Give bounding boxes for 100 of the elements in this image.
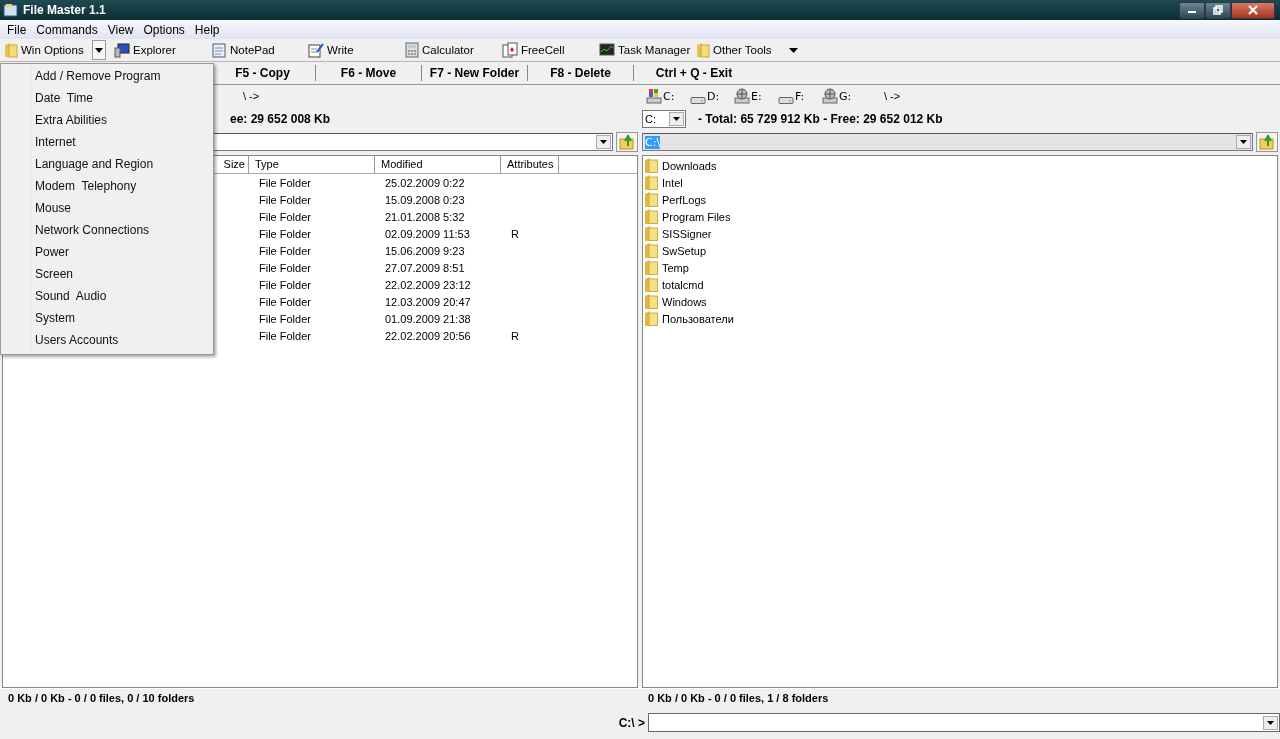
column-header[interactable]: Modified: [375, 156, 501, 173]
toolbar-button[interactable]: NotePad: [207, 40, 304, 60]
column-header[interactable]: Attributes: [501, 156, 559, 173]
folder-icon: [645, 277, 658, 292]
menu-item[interactable]: Options: [138, 22, 190, 37]
caret-icon: [600, 140, 607, 144]
caret-icon: [789, 47, 798, 53]
drive-button[interactable]: G:: [822, 88, 866, 104]
drive-button[interactable]: E:: [734, 88, 778, 104]
toolbar-button[interactable]: FreeCell: [498, 40, 595, 60]
table-cell-text: File Folder: [258, 295, 312, 308]
table-cell-text: File Folder: [258, 261, 312, 274]
menu-item[interactable]: Help: [189, 22, 225, 37]
monitor-chart-icon: [599, 42, 615, 58]
menu-item[interactable]: Internet: [1, 131, 213, 153]
table-cell-text: 22.02.2009 20:56: [384, 329, 472, 342]
menu-item[interactable]: View: [102, 22, 139, 37]
caret-icon: [95, 47, 103, 53]
toolbar-button[interactable]: Task Manager: [595, 40, 692, 60]
drive-button[interactable]: F:: [778, 88, 822, 104]
function-key-button[interactable]: Ctrl + Q - Exit: [634, 65, 754, 81]
menu-item[interactable]: Modem Telephony: [1, 175, 213, 197]
close-icon: [1247, 5, 1259, 15]
computer-icon: [114, 42, 130, 58]
disk-space-text: - Total: 65 729 912 Kb - Free: 29 652 012 Kb: [698, 112, 943, 126]
function-key-button[interactable]: F8 - Delete: [528, 65, 634, 81]
table-cell-text: 27.07.2009 8:51: [384, 261, 466, 274]
table-cell-text: 22.02.2009 23:12: [384, 278, 472, 291]
folder-name[interactable]: PerfLogs: [662, 193, 707, 206]
toolbar-button[interactable]: Win Options: [0, 40, 92, 60]
folder-icon: [645, 192, 658, 207]
table-cell-text: R: [510, 329, 520, 342]
restore-button[interactable]: [1205, 1, 1231, 19]
menu-item[interactable]: Add / Remove Program: [1, 65, 213, 87]
toolbar-button[interactable]: Write: [304, 40, 401, 60]
drive-select[interactable]: C:: [642, 110, 686, 128]
caret-icon: [673, 117, 680, 121]
folder-name[interactable]: Program Files: [662, 210, 731, 223]
folder-name[interactable]: Downloads: [662, 159, 717, 172]
minimize-button[interactable]: [1179, 1, 1205, 19]
menu-item[interactable]: Sound Audio: [1, 285, 213, 307]
command-prompt-text: C:\ >: [618, 715, 645, 730]
table-cell-text: File Folder: [258, 329, 312, 342]
folder-name[interactable]: Temp: [662, 261, 689, 274]
table-cell-text: 21.01.2008 5:32: [384, 210, 466, 223]
folder-up-button[interactable]: [1256, 132, 1278, 152]
menu-item[interactable]: Users Accounts: [1, 329, 213, 351]
folder-icon: [4, 42, 18, 58]
dropdown-button[interactable]: [92, 40, 106, 60]
calculator-icon: [405, 42, 419, 58]
drive-button[interactable]: D:: [690, 88, 734, 104]
menu-item[interactable]: System: [1, 307, 213, 329]
path-arrow-text: \ ->: [884, 90, 901, 102]
folder-name[interactable]: Intel: [662, 176, 683, 189]
windows-drive-icon: [646, 88, 662, 104]
menu-item[interactable]: Extra Abilities: [1, 109, 213, 131]
column-header[interactable]: Type: [249, 156, 375, 173]
network-drive-icon: [734, 88, 750, 104]
toolbar-button[interactable]: Explorer: [110, 40, 207, 60]
table-cell-text: 25.02.2009 0:22: [384, 176, 466, 189]
table-cell-text: File Folder: [258, 278, 312, 291]
folder-icon: [645, 226, 658, 241]
menu-item[interactable]: Language and Region: [1, 153, 213, 175]
playing-cards-icon: [502, 42, 518, 58]
caret-icon: [1267, 720, 1274, 725]
app-icon: [3, 3, 19, 17]
table-cell-text: File Folder: [258, 176, 312, 189]
menu-item[interactable]: File: [2, 22, 32, 37]
menu-item[interactable]: Commands: [31, 22, 103, 37]
menu-item[interactable]: Date Time: [1, 87, 213, 109]
folder-name[interactable]: SISSigner: [662, 227, 712, 240]
function-key-button[interactable]: F6 - Move: [316, 65, 422, 81]
toolbar-button[interactable]: Other Tools: [692, 40, 789, 60]
menu-item[interactable]: Power: [1, 241, 213, 263]
folder-icon: [645, 158, 658, 173]
toolbar-button[interactable]: Calculator: [401, 40, 498, 60]
table-cell-text: 15.09.2008 0:23: [384, 193, 466, 206]
folder-icon: [696, 42, 710, 58]
folder-name[interactable]: Пользователи: [662, 312, 734, 325]
folder-name[interactable]: SwSetup: [662, 244, 707, 257]
folder-icon: [645, 260, 658, 275]
folder-up-button[interactable]: [616, 132, 638, 152]
table-cell-text: File Folder: [258, 312, 312, 325]
folder-icon: [645, 243, 658, 258]
status-text: 0 Kb / 0 Kb - 0 / 0 files, 1 / 8 folders: [640, 688, 1280, 708]
window-title: File Master 1.1: [23, 3, 106, 17]
menu-item[interactable]: Mouse: [1, 197, 213, 219]
folder-name[interactable]: Windows: [662, 295, 707, 308]
drive-icon: [690, 96, 706, 104]
drive-button[interactable]: C:: [646, 88, 690, 104]
function-key-button[interactable]: F7 - New Folder: [422, 65, 528, 81]
folder-name[interactable]: totalcmd: [662, 278, 704, 291]
notepad-icon: [211, 42, 227, 58]
close-button[interactable]: [1231, 1, 1275, 19]
folder-icon: [645, 175, 658, 190]
menu-item[interactable]: Network Connections: [1, 219, 213, 241]
command-input-field[interactable]: [648, 713, 1280, 732]
menu-item[interactable]: Screen: [1, 263, 213, 285]
disk-space-text: ee: 29 652 008 Kb: [230, 112, 331, 126]
table-cell-text: 01.09.2009 21:38: [384, 312, 472, 325]
